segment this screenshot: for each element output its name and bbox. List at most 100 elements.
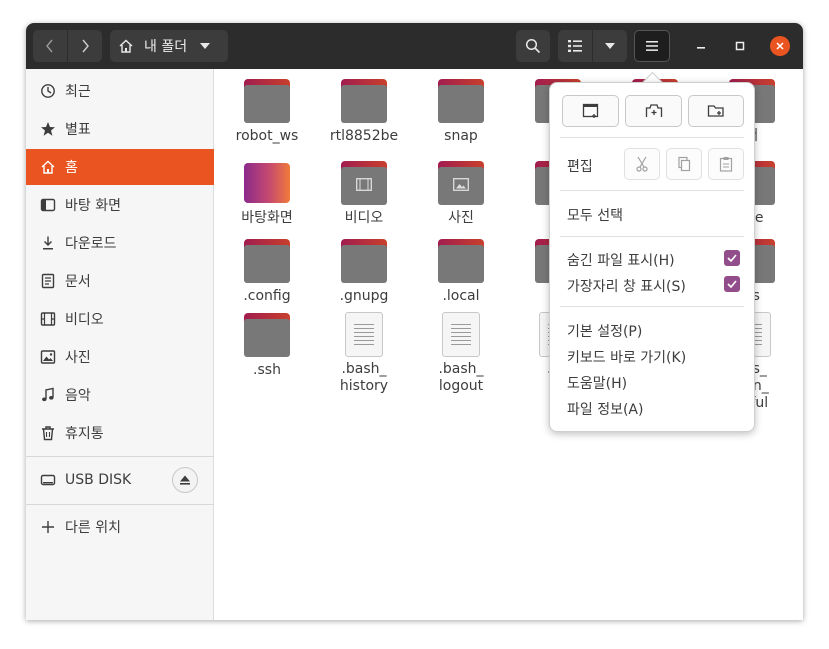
eject-button[interactable] (172, 467, 198, 493)
file-name: .gnupg (339, 288, 389, 304)
file-item[interactable]: .bash_ logout (419, 312, 503, 395)
video-folder-icon (341, 161, 387, 205)
file-name: .bash_ history (339, 361, 389, 394)
new-tab-button[interactable] (625, 95, 682, 127)
new-folder-icon (707, 105, 724, 117)
menu-preferences[interactable]: 기본 설정(P) (567, 321, 642, 341)
clock-icon (39, 82, 57, 100)
file-item[interactable]: 비디오 (322, 161, 406, 227)
minimize-icon (697, 47, 705, 49)
download-icon (39, 234, 57, 252)
file-name: 사진 (448, 210, 474, 226)
sidebar: 최근 별표 홈 바탕 화면 다운로드 문서 비디오 사진 음악 휴지통 USB … (26, 69, 214, 620)
copy-button[interactable] (666, 148, 702, 180)
folder-icon (244, 313, 290, 357)
minimize-button[interactable] (692, 37, 710, 55)
file-item[interactable]: snap (419, 79, 503, 145)
copy-icon (678, 156, 691, 172)
file-name: rtl8852be (329, 128, 399, 144)
view-options-button[interactable] (593, 30, 627, 62)
search-button[interactable] (516, 30, 550, 62)
file-item[interactable]: 사진 (419, 161, 503, 227)
file-name: .ssh (253, 362, 281, 378)
menu-show-hidden-files[interactable]: 숨긴 파일 표시(H) (567, 250, 675, 270)
sidebar-item-label: USB DISK (65, 472, 132, 488)
sidebar-item-videos[interactable]: 비디오 (26, 301, 214, 337)
file-name: .local (442, 288, 480, 304)
close-button[interactable] (770, 36, 790, 56)
file-name: snap (444, 128, 478, 144)
folder-icon (341, 239, 387, 283)
file-item[interactable]: .config (225, 239, 309, 305)
main-menu-button[interactable] (634, 30, 670, 62)
file-name: .bash_ logout (438, 361, 484, 394)
document-icon (39, 272, 57, 290)
sidebar-item-label: 휴지통 (65, 426, 104, 442)
cut-icon (636, 156, 648, 172)
search-icon (525, 38, 541, 54)
sidebar-item-label: 최근 (65, 84, 91, 100)
sidebar-item-label: 문서 (65, 274, 91, 290)
eject-icon (180, 475, 190, 485)
sidebar-item-label: 다운로드 (65, 236, 117, 252)
menu-about[interactable]: 파일 정보(A) (567, 399, 643, 419)
desktop-folder-icon (244, 161, 290, 205)
folder-icon (341, 79, 387, 123)
menu-keyboard-shortcuts[interactable]: 키보드 바로 가기(K) (567, 347, 686, 367)
sidebar-item-pictures[interactable]: 사진 (26, 339, 214, 375)
checkmark-icon (727, 254, 737, 262)
sidebar-item-label: 바탕 화면 (65, 198, 121, 214)
folder-icon (438, 239, 484, 283)
close-icon (776, 42, 784, 50)
sidebar-item-documents[interactable]: 문서 (26, 263, 214, 299)
list-view-button[interactable] (558, 30, 592, 62)
sidebar-item-label: 다른 위치 (65, 520, 121, 536)
file-item[interactable]: .ssh (225, 313, 309, 379)
menu-help[interactable]: 도움말(H) (567, 373, 627, 393)
chevron-left-icon (46, 39, 53, 53)
sidebar-item-label: 홈 (65, 160, 78, 176)
picture-folder-icon (438, 161, 484, 205)
back-button[interactable] (33, 30, 67, 62)
menu-select-all[interactable]: 모두 선택 (567, 205, 623, 225)
sidebar-item-recent[interactable]: 최근 (26, 73, 214, 109)
sidebar-item-music[interactable]: 음악 (26, 377, 214, 413)
video-icon (39, 310, 57, 328)
maximize-icon (735, 41, 745, 51)
home-icon (119, 39, 133, 53)
file-item[interactable]: .local (419, 239, 503, 305)
sidebar-item-usb-disk[interactable]: USB DISK (26, 462, 166, 498)
new-folder-button[interactable] (688, 95, 744, 127)
list-view-icon (568, 40, 582, 52)
path-label: 내 폴더 (144, 39, 188, 55)
file-item[interactable]: .bash_ history (322, 312, 406, 395)
picture-icon (39, 348, 57, 366)
folder-icon (438, 79, 484, 123)
sidebar-item-desktop[interactable]: 바탕 화면 (26, 187, 214, 223)
sidebar-item-trash[interactable]: 휴지통 (26, 415, 214, 451)
paste-icon (719, 157, 733, 172)
text-file-icon (341, 312, 387, 357)
maximize-button[interactable] (731, 37, 749, 55)
sidebar-toggle-checkbox[interactable] (724, 276, 740, 292)
show-hidden-checkbox[interactable] (724, 250, 740, 266)
sidebar-item-starred[interactable]: 별표 (26, 111, 214, 147)
paste-button[interactable] (708, 148, 744, 180)
file-name: robot_ws (235, 128, 299, 144)
path-bar-button[interactable]: 내 폴더 (110, 30, 228, 62)
main-menu-popover: 편집 모두 선택 숨긴 파일 표시(H) 가장자리 창 표시(S) 기본 설정(… (549, 82, 755, 432)
sidebar-item-home[interactable]: 홈 (26, 149, 214, 185)
menu-sidebar-toggle[interactable]: 가장자리 창 표시(S) (567, 276, 686, 296)
sidebar-item-downloads[interactable]: 다운로드 (26, 225, 214, 261)
sidebar-item-other-locations[interactable]: 다른 위치 (26, 509, 214, 545)
file-item[interactable]: robot_ws (225, 79, 309, 145)
cut-button[interactable] (624, 148, 660, 180)
new-window-button[interactable] (562, 95, 619, 127)
forward-button[interactable] (68, 30, 102, 62)
file-item[interactable]: rtl8852be (322, 79, 406, 145)
file-name: 바탕화면 (241, 210, 293, 226)
trash-icon (39, 424, 57, 442)
star-icon (39, 120, 57, 138)
file-item[interactable]: 바탕화면 (225, 161, 309, 227)
file-item[interactable]: .gnupg (322, 239, 406, 305)
